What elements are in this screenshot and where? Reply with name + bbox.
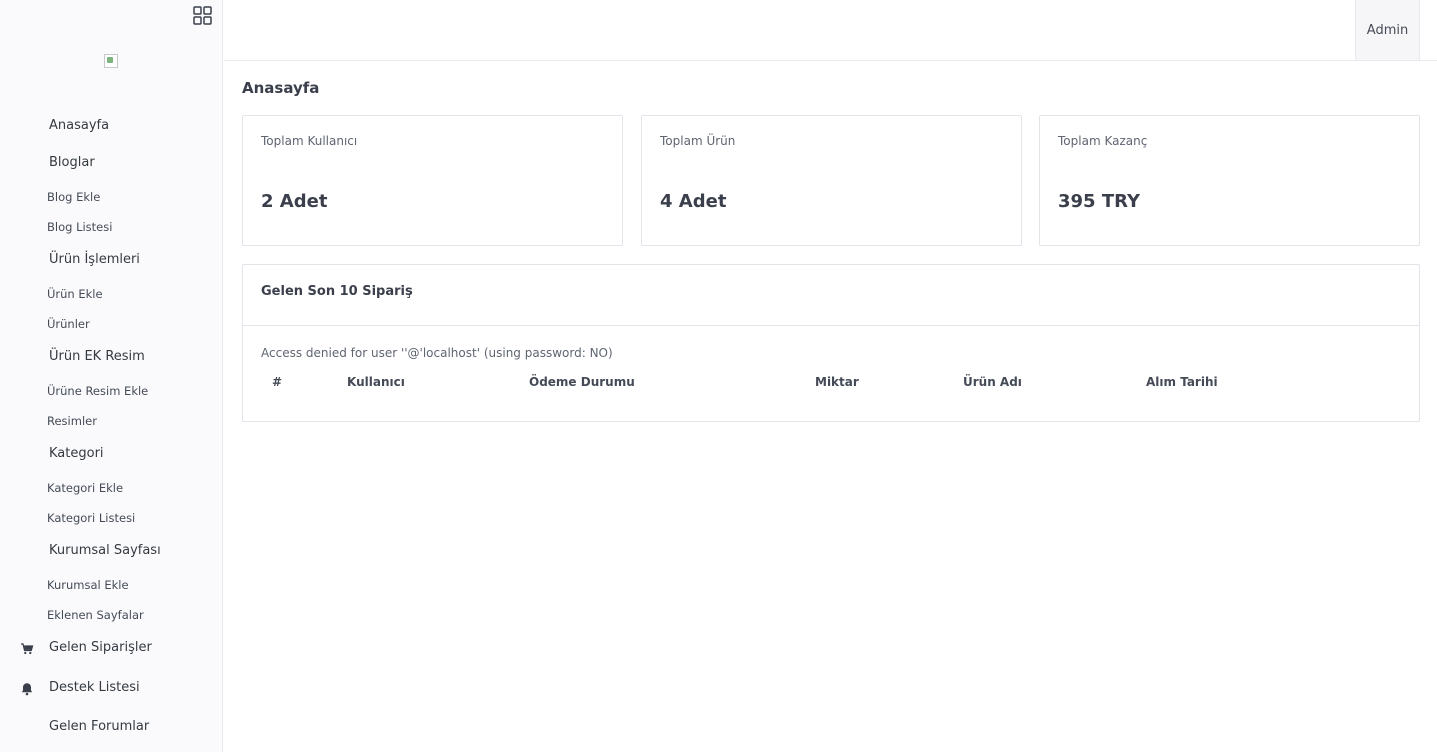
- column-header-user: Kullanıcı: [347, 375, 405, 389]
- bell-icon: [20, 681, 34, 696]
- logo-image[interactable]: [104, 54, 118, 68]
- column-header-number: #: [272, 375, 283, 389]
- sidebar-item-kategori[interactable]: Kategori: [49, 446, 104, 461]
- sidebar-subitem-kurumsal-ekle[interactable]: Kurumsal Ekle: [47, 578, 129, 592]
- sidebar-subitem-urunler[interactable]: Ürünler: [47, 317, 90, 331]
- stat-label: Toplam Ürün: [660, 134, 736, 148]
- card-title: Gelen Son 10 Sipariş: [261, 284, 413, 299]
- sidebar-item-bloglar[interactable]: Bloglar: [49, 155, 95, 170]
- sidebar-item-kurumsal-sayfasi[interactable]: Kurumsal Sayfası: [49, 543, 161, 558]
- column-header-product-name: Ürün Adı: [963, 375, 1022, 389]
- stat-value: 395 TRY: [1058, 191, 1141, 212]
- sidebar-item-urun-islemleri[interactable]: Ürün İşlemleri: [49, 252, 140, 267]
- page-title: Anasayfa: [242, 79, 320, 97]
- sidebar-subitem-kategori-listesi[interactable]: Kategori Listesi: [47, 511, 135, 525]
- sidebar-subitem-resimler[interactable]: Resimler: [47, 414, 97, 428]
- sidebar-item-destek-listesi[interactable]: Destek Listesi: [49, 680, 140, 695]
- sidebar-subitem-blog-ekle[interactable]: Blog Ekle: [47, 190, 100, 204]
- grid-menu-icon[interactable]: [193, 6, 212, 25]
- sidebar-item-anasayfa[interactable]: Anasayfa: [49, 118, 109, 133]
- stat-value: 2 Adet: [261, 191, 328, 212]
- cart-icon: [20, 641, 34, 655]
- sidebar-subitem-urune-resim-ekle[interactable]: Ürüne Resim Ekle: [47, 384, 148, 398]
- stat-card-products: Toplam Ürün 4 Adet: [641, 115, 1022, 246]
- sidebar-item-gelen-siparisler[interactable]: Gelen Siparişler: [49, 640, 152, 655]
- admin-user-button[interactable]: Admin: [1355, 0, 1420, 60]
- top-bar: Admin: [224, 0, 1437, 61]
- sidebar-subitem-eklenen-sayfalar[interactable]: Eklenen Sayfalar: [47, 608, 144, 622]
- recent-orders-card: Gelen Son 10 Sipariş Access denied for u…: [242, 264, 1420, 422]
- stat-card-users: Toplam Kullanıcı 2 Adet: [242, 115, 623, 246]
- sidebar-subitem-urun-ekle[interactable]: Ürün Ekle: [47, 287, 103, 301]
- stat-value: 4 Adet: [660, 191, 727, 212]
- sidebar-subitem-blog-listesi[interactable]: Blog Listesi: [47, 220, 112, 234]
- sidebar: Anasayfa Bloglar Blog Ekle Blog Listesi …: [0, 0, 223, 752]
- sidebar-subitem-kategori-ekle[interactable]: Kategori Ekle: [47, 481, 123, 495]
- column-header-purchase-date: Alım Tarihi: [1146, 375, 1218, 389]
- stat-label: Toplam Kazanç: [1058, 134, 1148, 148]
- stat-label: Toplam Kullanıcı: [261, 134, 358, 148]
- column-header-amount: Miktar: [815, 375, 859, 389]
- stat-card-earnings: Toplam Kazanç 395 TRY: [1039, 115, 1420, 246]
- sidebar-item-urun-ek-resim[interactable]: Ürün EK Resim: [49, 349, 145, 364]
- card-header: Gelen Son 10 Sipariş: [243, 265, 1419, 326]
- error-message: Access denied for user ''@'localhost' (u…: [261, 346, 613, 360]
- sidebar-item-gelen-forumlar[interactable]: Gelen Forumlar: [49, 719, 149, 734]
- column-header-payment-status: Ödeme Durumu: [529, 375, 635, 389]
